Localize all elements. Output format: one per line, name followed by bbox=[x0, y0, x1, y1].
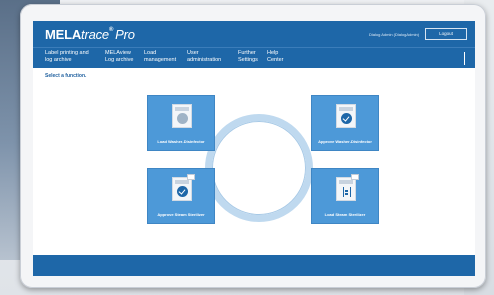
menu-item-user-administration[interactable]: User administration bbox=[187, 50, 221, 64]
menu-item-further-settings[interactable]: Further Settings bbox=[238, 50, 258, 64]
menu-item-line2: management bbox=[144, 57, 177, 63]
steam-sterilizer-icon bbox=[336, 174, 359, 201]
menu-item-line1: User bbox=[187, 50, 199, 56]
app-logo: MELAtrace® Pro bbox=[45, 27, 135, 42]
menu-item-line1: Further bbox=[238, 50, 256, 56]
menu-item-line2: Settings bbox=[238, 57, 258, 63]
tile-load-washer-disinfector[interactable]: Load Washer-Disinfector bbox=[147, 95, 215, 151]
logout-button[interactable]: Logout bbox=[425, 28, 467, 40]
tile-load-steam-sterilizer[interactable]: Load Steam Sterilizer bbox=[311, 168, 379, 224]
menu-item-line1: Label printing and bbox=[45, 50, 89, 56]
menu-divider bbox=[464, 52, 465, 65]
menu-item-line2: Center bbox=[267, 57, 284, 63]
instruction-text: Select a function. bbox=[45, 73, 87, 79]
menu-item-line1: MELAview bbox=[105, 50, 131, 56]
approve-washer-icon bbox=[336, 104, 356, 128]
tile-label: Approve Steam Sterilizer bbox=[157, 212, 205, 217]
user-info: Dialog Admin (DialogAdmin) bbox=[369, 32, 420, 37]
logo-registered: ® bbox=[108, 27, 114, 33]
title-bar: MELAtrace® Pro Dialog Admin (DialogAdmin)… bbox=[33, 21, 475, 47]
tile-label: Load Washer-Disinfector bbox=[157, 139, 205, 144]
logo-italic: trace bbox=[81, 27, 109, 42]
tile-label: Approve Washer-Disinfector bbox=[318, 139, 372, 144]
app-screen: MELAtrace® Pro Dialog Admin (DialogAdmin)… bbox=[33, 21, 475, 276]
logo-suffix: Pro bbox=[115, 27, 135, 42]
menu-item-line1: Help bbox=[267, 50, 279, 56]
menu-item-line1: Load bbox=[144, 50, 157, 56]
menu-item-line2: log archive bbox=[45, 57, 72, 63]
menu-item-melaview[interactable]: MELAview Log archive bbox=[105, 50, 133, 64]
approve-sterilizer-icon bbox=[172, 174, 195, 201]
menu-item-line2: Log archive bbox=[105, 57, 134, 63]
tile-approve-washer-disinfector[interactable]: Approve Washer-Disinfector bbox=[311, 95, 379, 151]
main-menu: Label printing and log archive MELAview … bbox=[33, 47, 475, 68]
menu-item-label-printing[interactable]: Label printing and log archive bbox=[45, 50, 89, 64]
tile-label: Load Steam Sterilizer bbox=[324, 212, 366, 217]
content-footer-gap bbox=[33, 247, 475, 255]
tile-approve-steam-sterilizer[interactable]: Approve Steam Sterilizer bbox=[147, 168, 215, 224]
workflow-ring bbox=[205, 114, 313, 222]
menu-item-load-management[interactable]: Load management bbox=[144, 50, 176, 64]
footer-bar bbox=[33, 255, 475, 276]
washer-disinfector-icon bbox=[172, 104, 192, 128]
menu-item-help-center[interactable]: Help Center bbox=[267, 50, 284, 64]
menu-item-line2: administration bbox=[187, 57, 222, 63]
logo-bold: MELA bbox=[45, 27, 82, 42]
